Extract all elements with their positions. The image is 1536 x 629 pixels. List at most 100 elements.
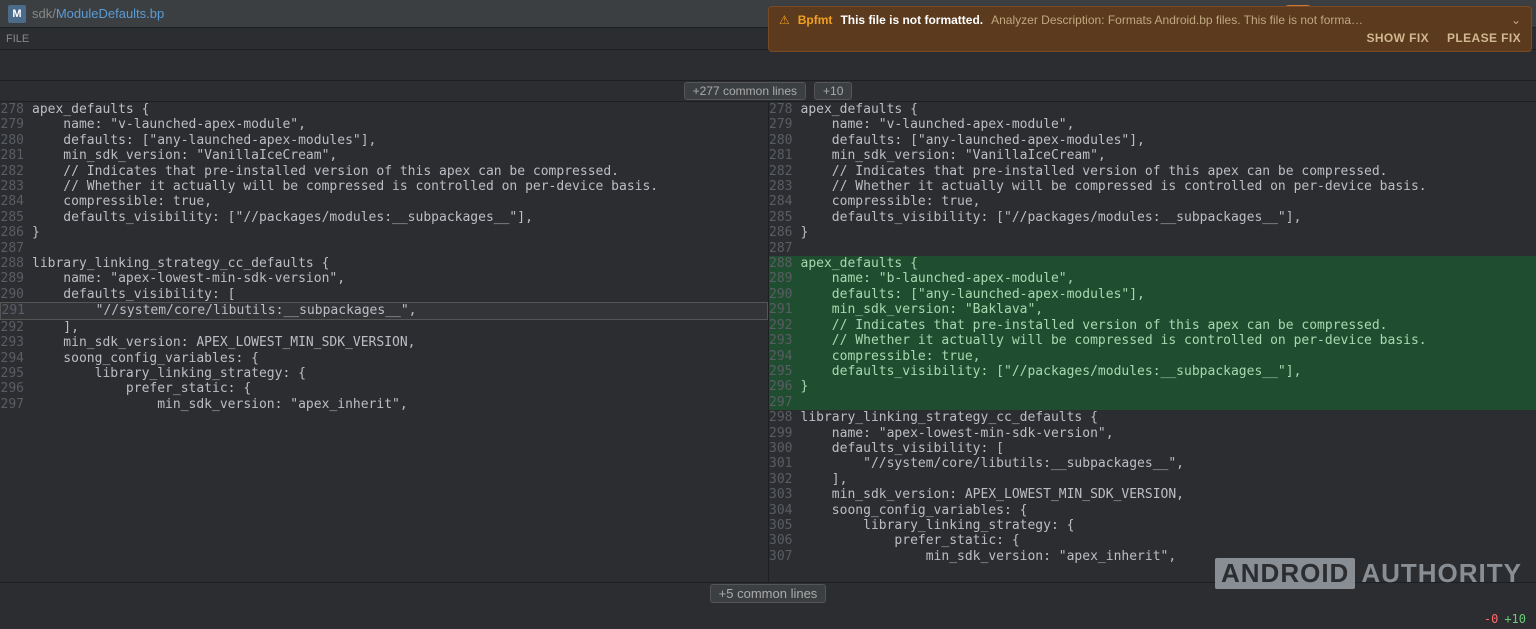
- code-line[interactable]: 284 compressible: true,: [769, 194, 1536, 209]
- code-line[interactable]: 290 defaults_visibility: [: [0, 287, 768, 302]
- code-text: min_sdk_version: "Baklava",: [801, 302, 1536, 317]
- code-line[interactable]: 291 "//system/core/libutils:__subpackage…: [0, 302, 768, 319]
- code-line[interactable]: 283 // Whether it actually will be compr…: [0, 179, 768, 194]
- code-text: min_sdk_version: "apex_inherit",: [32, 397, 768, 412]
- code-text: defaults: ["any-launched-apex-modules"],: [801, 287, 1536, 302]
- code-text: ],: [801, 472, 1536, 487]
- code-line[interactable]: 285 defaults_visibility: ["//packages/mo…: [0, 210, 768, 225]
- common-lines-chip[interactable]: +277 common lines: [684, 82, 806, 100]
- code-line[interactable]: 297 min_sdk_version: "apex_inherit",: [0, 397, 768, 412]
- chevron-down-icon[interactable]: ⌄: [1511, 13, 1521, 27]
- code-text: [801, 395, 1536, 410]
- code-line[interactable]: 305 library_linking_strategy: {: [769, 518, 1536, 533]
- delta-chip[interactable]: +10: [814, 82, 852, 100]
- footer-stats: -0 +10: [1484, 609, 1526, 629]
- watermark-boxed: ANDROID: [1215, 558, 1355, 589]
- line-number: 285: [0, 210, 32, 225]
- warning-icon: ⚠: [779, 13, 790, 27]
- code-text: // Whether it actually will be compresse…: [801, 179, 1536, 194]
- line-number: 303: [769, 487, 801, 502]
- file-header-row: FILE FILE ⚠ Bpfmt This file is not forma…: [0, 28, 1536, 50]
- line-number: 293: [769, 333, 801, 348]
- code-line[interactable]: 280 defaults: ["any-launched-apex-module…: [0, 133, 768, 148]
- code-text: min_sdk_version: "VanillaIceCream",: [801, 148, 1536, 163]
- code-line[interactable]: 298library_linking_strategy_cc_defaults …: [769, 410, 1536, 425]
- code-line[interactable]: 280 defaults: ["any-launched-apex-module…: [769, 133, 1536, 148]
- line-number: 292: [769, 318, 801, 333]
- code-line[interactable]: 278apex_defaults {: [769, 102, 1536, 117]
- code-line[interactable]: 301 "//system/core/libutils:__subpackage…: [769, 456, 1536, 471]
- code-text: defaults: ["any-launched-apex-modules"],: [801, 133, 1536, 148]
- file-path-name[interactable]: ModuleDefaults.bp: [56, 6, 164, 21]
- code-line[interactable]: 294 soong_config_variables: {: [0, 351, 768, 366]
- file-label-left: FILE: [6, 33, 29, 45]
- code-line[interactable]: 300 defaults_visibility: [: [769, 441, 1536, 456]
- code-text: compressible: true,: [32, 194, 768, 209]
- code-line[interactable]: 282 // Indicates that pre-installed vers…: [0, 164, 768, 179]
- code-text: library_linking_strategy_cc_defaults {: [801, 410, 1536, 425]
- diff-pane-right[interactable]: 278apex_defaults {279 name: "v-launched-…: [769, 102, 1536, 582]
- code-line[interactable]: 278apex_defaults {: [0, 102, 768, 117]
- code-line[interactable]: 303 min_sdk_version: APEX_LOWEST_MIN_SDK…: [769, 487, 1536, 502]
- file-header-right: FILE ⚠ Bpfmt This file is not formatted.…: [768, 28, 1536, 49]
- common-lines-chip-bottom[interactable]: +5 common lines: [710, 584, 827, 603]
- code-text: }: [801, 225, 1536, 240]
- code-line[interactable]: 296 prefer_static: {: [0, 381, 768, 396]
- line-number: 280: [769, 133, 801, 148]
- code-line[interactable]: 284 compressible: true,: [0, 194, 768, 209]
- lines-removed-bottom: -0: [1484, 612, 1498, 626]
- diff-pane-left[interactable]: 278apex_defaults {279 name: "v-launched-…: [0, 102, 769, 582]
- code-line[interactable]: 295 library_linking_strategy: {: [0, 366, 768, 381]
- code-line[interactable]: 289 name: "b-launched-apex-module",: [769, 271, 1536, 286]
- code-line[interactable]: 289 name: "apex-lowest-min-sdk-version",: [0, 271, 768, 286]
- line-number: 289: [0, 271, 32, 286]
- code-text: soong_config_variables: {: [801, 503, 1536, 518]
- line-number: 298: [769, 410, 801, 425]
- show-fix-button[interactable]: SHOW FIX: [1366, 31, 1429, 45]
- code-line[interactable]: 287: [0, 241, 768, 256]
- code-line[interactable]: 282 // Indicates that pre-installed vers…: [769, 164, 1536, 179]
- code-line[interactable]: 292 ],: [0, 320, 768, 335]
- line-number: 302: [769, 472, 801, 487]
- code-line[interactable]: 306 prefer_static: {: [769, 533, 1536, 548]
- line-number: 290: [0, 287, 32, 302]
- code-line[interactable]: 294 compressible: true,: [769, 349, 1536, 364]
- diff-area: 278apex_defaults {279 name: "v-launched-…: [0, 102, 1536, 582]
- code-line[interactable]: 286}: [0, 225, 768, 240]
- code-line[interactable]: 283 // Whether it actually will be compr…: [769, 179, 1536, 194]
- code-line[interactable]: 285 defaults_visibility: ["//packages/mo…: [769, 210, 1536, 225]
- code-text: // Indicates that pre-installed version …: [32, 164, 768, 179]
- code-line[interactable]: 279 name: "v-launched-apex-module",: [0, 117, 768, 132]
- code-line[interactable]: 292 // Indicates that pre-installed vers…: [769, 318, 1536, 333]
- code-text: compressible: true,: [801, 194, 1536, 209]
- code-line[interactable]: 295 defaults_visibility: ["//packages/mo…: [769, 364, 1536, 379]
- code-line[interactable]: 288apex_defaults {: [769, 256, 1536, 271]
- line-number: 285: [769, 210, 801, 225]
- code-line[interactable]: 281 min_sdk_version: "VanillaIceCream",: [0, 148, 768, 163]
- line-number: 289: [769, 271, 801, 286]
- code-text: defaults_visibility: ["//packages/module…: [801, 210, 1536, 225]
- code-line[interactable]: 302 ],: [769, 472, 1536, 487]
- line-number: 301: [769, 456, 801, 471]
- code-line[interactable]: 291 min_sdk_version: "Baklava",: [769, 302, 1536, 317]
- code-line[interactable]: 279 name: "v-launched-apex-module",: [769, 117, 1536, 132]
- line-number: 307: [769, 549, 801, 564]
- modified-badge: M: [8, 5, 26, 23]
- code-line[interactable]: 304 soong_config_variables: {: [769, 503, 1536, 518]
- line-number: 305: [769, 518, 801, 533]
- code-line[interactable]: 299 name: "apex-lowest-min-sdk-version",: [769, 426, 1536, 441]
- analyzer-message: This file is not formatted.: [840, 13, 983, 27]
- code-line[interactable]: 296}: [769, 379, 1536, 394]
- line-number: 286: [769, 225, 801, 240]
- code-line[interactable]: 297: [769, 395, 1536, 410]
- code-text: min_sdk_version: APEX_LOWEST_MIN_SDK_VER…: [32, 335, 768, 350]
- hunk-bar-top: +277 common lines +10: [0, 80, 1536, 102]
- code-line[interactable]: 293 min_sdk_version: APEX_LOWEST_MIN_SDK…: [0, 335, 768, 350]
- code-line[interactable]: 287: [769, 241, 1536, 256]
- code-line[interactable]: 286}: [769, 225, 1536, 240]
- code-line[interactable]: 288library_linking_strategy_cc_defaults …: [0, 256, 768, 271]
- code-line[interactable]: 290 defaults: ["any-launched-apex-module…: [769, 287, 1536, 302]
- code-line[interactable]: 293 // Whether it actually will be compr…: [769, 333, 1536, 348]
- code-line[interactable]: 281 min_sdk_version: "VanillaIceCream",: [769, 148, 1536, 163]
- please-fix-button[interactable]: PLEASE FIX: [1447, 31, 1521, 45]
